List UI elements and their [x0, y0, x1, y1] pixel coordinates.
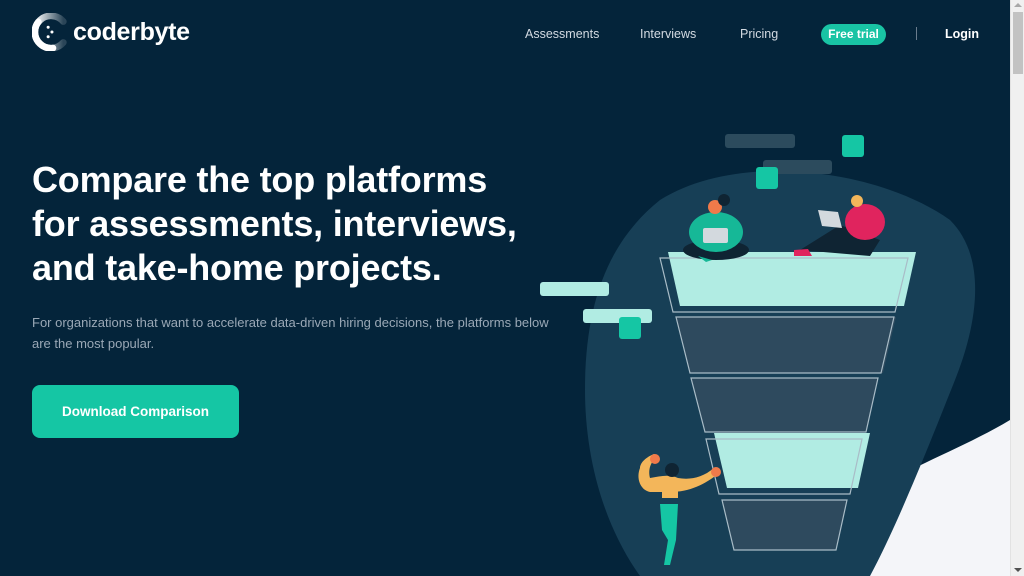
download-comparison-button[interactable]: Download Comparison [32, 385, 239, 438]
nav-divider [916, 27, 917, 40]
deco-bar [540, 282, 609, 296]
site-header: coderbyte Assessments Interviews Pricing… [0, 0, 1010, 70]
funnel-tier-3 [691, 378, 878, 432]
nav-interviews[interactable]: Interviews [640, 27, 696, 41]
hero-title-line: for assessments, interviews, [32, 203, 517, 244]
funnel-tier-2 [676, 317, 896, 373]
hero-title-line: Compare the top platforms [32, 159, 488, 200]
login-link[interactable]: Login [945, 27, 979, 41]
deco-square [842, 135, 864, 157]
scroll-up-arrow-icon[interactable] [1014, 3, 1022, 7]
hero-subtitle: For organizations that want to accelerat… [32, 315, 549, 351]
free-trial-button[interactable]: Free trial [821, 24, 886, 45]
deco-square [619, 317, 641, 339]
funnel-tier-4 [714, 433, 870, 488]
scroll-thumb[interactable] [1013, 12, 1023, 74]
main-nav: Assessments Interviews Pricing Free tria… [0, 24, 1010, 46]
hiring-funnel-icon [540, 134, 976, 576]
nav-assessments[interactable]: Assessments [525, 27, 599, 41]
scroll-down-arrow-icon[interactable] [1014, 568, 1022, 572]
hero-title: Compare the top platforms for assessment… [32, 158, 592, 290]
vertical-scrollbar[interactable] [1010, 0, 1024, 576]
funnel-tier-5 [722, 500, 847, 550]
hero-title-line: and take-home projects. [32, 247, 442, 288]
deco-square [756, 167, 778, 189]
page: coderbyte Assessments Interviews Pricing… [0, 0, 1010, 576]
deco-bar [725, 134, 795, 148]
nav-pricing[interactable]: Pricing [740, 27, 778, 41]
deco-bar [583, 309, 652, 323]
